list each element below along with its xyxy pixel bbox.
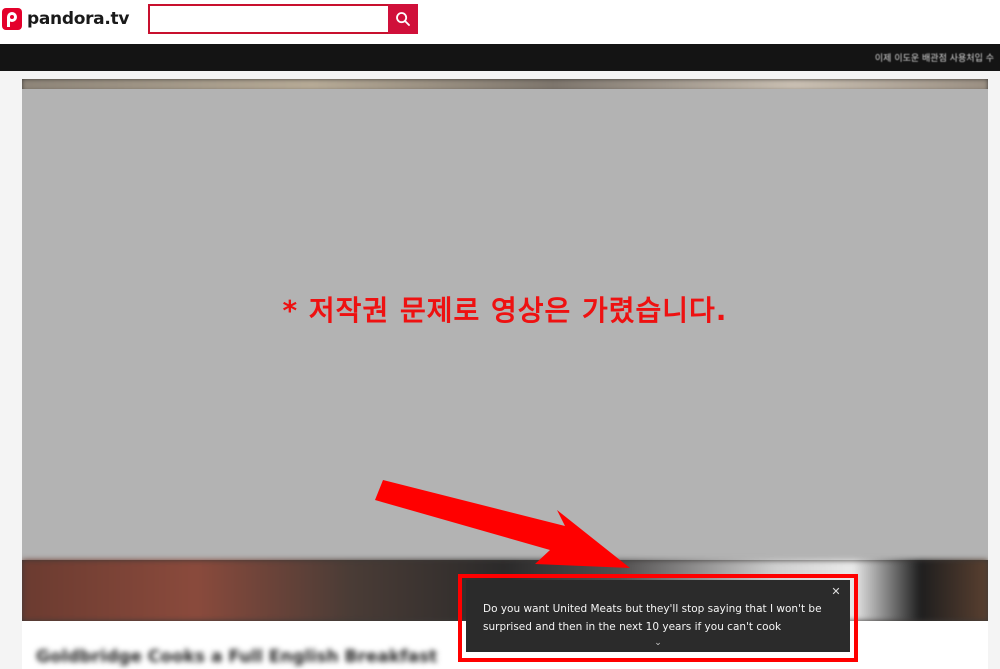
page: pandora.tv 이제 이도운 배관점 사용처입 수 * 저작권 문제로 영… xyxy=(0,0,1000,669)
copyright-notice: * 저작권 문제로 영상은 가렸습니다. xyxy=(282,294,728,327)
close-icon[interactable]: ✕ xyxy=(828,584,844,600)
search-icon xyxy=(396,12,410,26)
search-input[interactable] xyxy=(148,4,388,34)
caption-text: Do you want United Meats but they'll sto… xyxy=(483,603,822,633)
pandora-logo-icon xyxy=(2,8,22,30)
chevron-down-icon[interactable]: ⌄ xyxy=(651,636,665,648)
caption-popup: ✕ Do you want United Meats but they'll s… xyxy=(466,580,850,652)
notice-bar: 이제 이도운 배관점 사용처입 수 xyxy=(0,44,1000,71)
marquee-text[interactable]: 이제 이도운 배관점 사용처입 수 xyxy=(875,51,994,64)
video-title[interactable]: Goldbridge Cooks a Full English Breakfas… xyxy=(36,647,437,667)
logo[interactable]: pandora.tv xyxy=(2,8,129,30)
search-button[interactable] xyxy=(388,4,418,34)
logo-text: pandora.tv xyxy=(27,9,130,29)
arrow-annotation xyxy=(375,480,630,568)
site-header: pandora.tv xyxy=(0,0,1000,44)
